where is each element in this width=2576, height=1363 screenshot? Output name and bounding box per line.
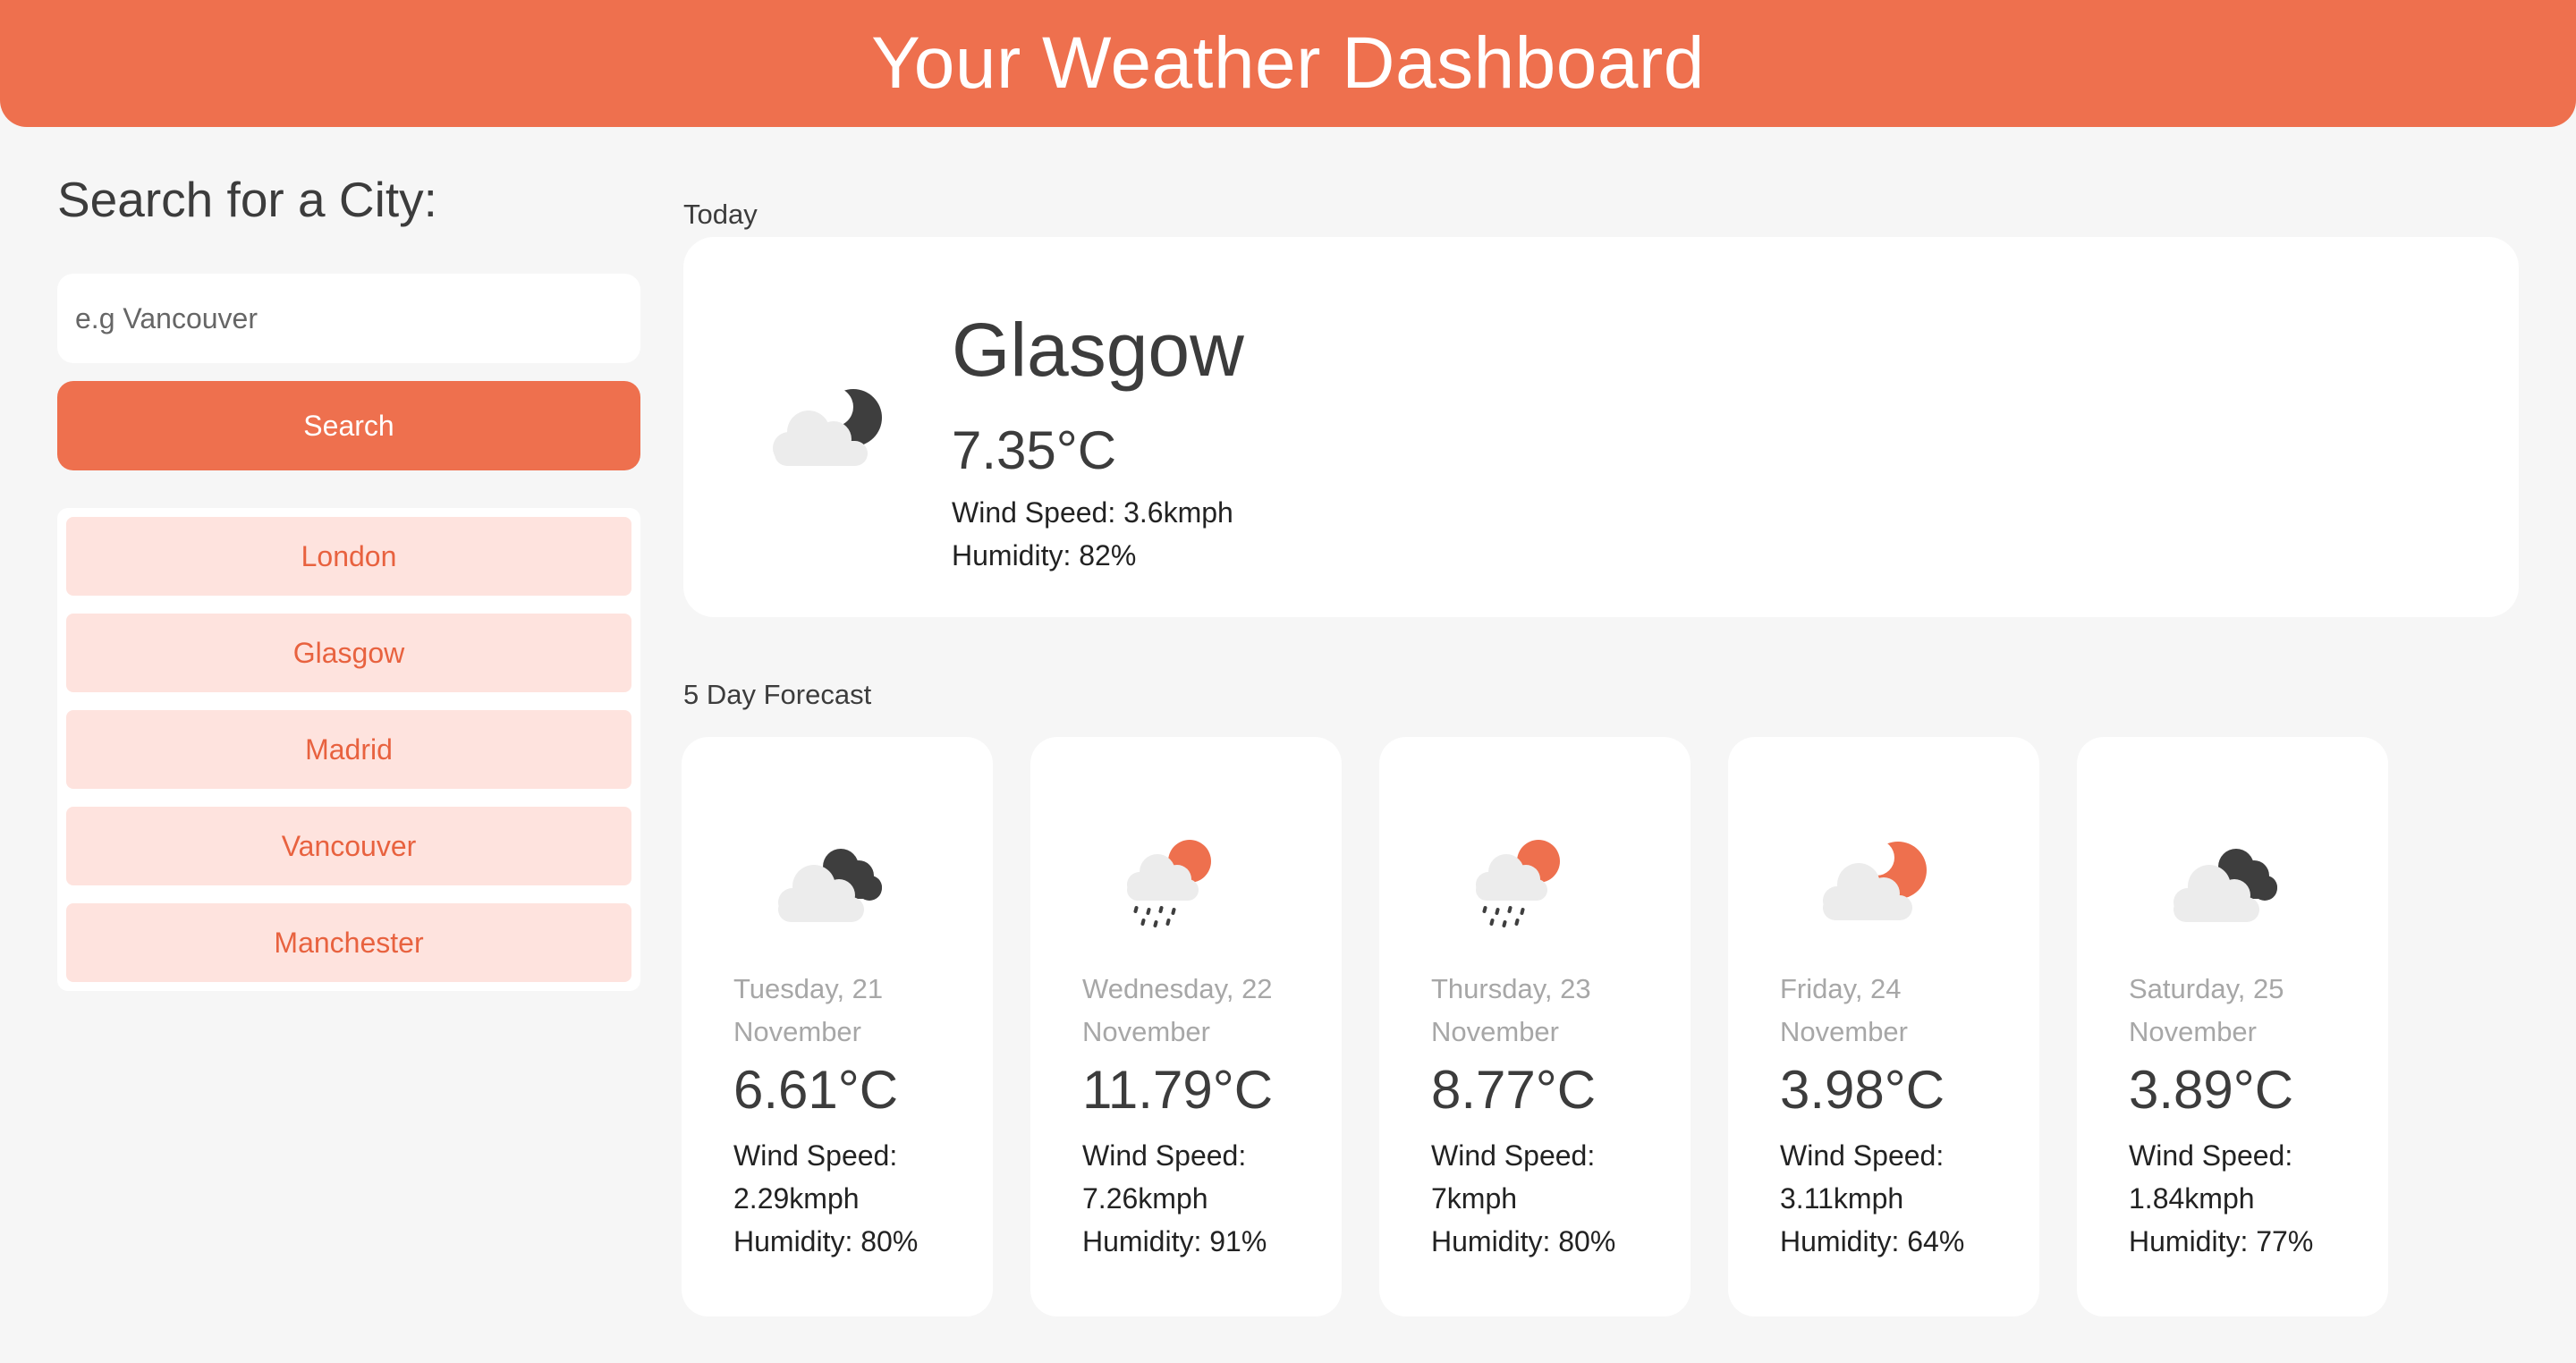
forecast-temperature: 6.61°C — [733, 1060, 899, 1120]
forecast-details: Wind Speed: 3.11kmph Humidity: 64% — [1780, 1134, 2021, 1263]
forecast-list: Tuesday, 21 November 6.61°C Wind Speed: … — [682, 737, 2388, 1316]
forecast-date: Friday, 24 November — [1780, 973, 1908, 1047]
history-item-london[interactable]: London — [66, 517, 631, 596]
forecast-card: Tuesday, 21 November 6.61°C Wind Speed: … — [682, 737, 993, 1316]
forecast-wind-label: Wind Speed: — [1082, 1139, 1247, 1172]
forecast-humidity: Humidity: 77% — [2129, 1225, 2314, 1257]
forecast-date: Thursday, 23 November — [1431, 973, 1591, 1047]
forecast-wind-value: 7kmph — [1431, 1182, 1518, 1215]
rain-sun-icon — [1127, 840, 1211, 927]
today-card: Glasgow 7.35°C Wind Speed: 3.6kmph Humid… — [683, 237, 2519, 617]
search-history-list: London Glasgow Madrid Vancouver Manchest… — [57, 508, 640, 991]
current-wind-speed: Wind Speed: 3.6kmph — [952, 496, 1233, 529]
forecast-details: Wind Speed: 1.84kmph Humidity: 77% — [2129, 1134, 2370, 1263]
today-section-label: Today — [683, 199, 758, 230]
forecast-date: Tuesday, 21 November — [733, 973, 884, 1047]
forecast-date: Wednesday, 22 November — [1082, 973, 1273, 1047]
history-item-glasgow[interactable]: Glasgow — [66, 614, 631, 692]
forecast-temperature: 8.77°C — [1431, 1060, 1597, 1120]
forecast-details: Wind Speed: 7.26kmph Humidity: 91% — [1082, 1134, 1324, 1263]
forecast-wind-label: Wind Speed: — [1431, 1139, 1596, 1172]
forecast-humidity: Humidity: 91% — [1082, 1225, 1267, 1257]
forecast-card: Friday, 24 November 3.98°C Wind Speed: 3… — [1728, 737, 2039, 1316]
forecast-humidity: Humidity: 64% — [1780, 1225, 1965, 1257]
sidebar: Search for a City: Search London Glasgow… — [57, 170, 640, 991]
current-humidity: Humidity: 82% — [952, 539, 1137, 571]
forecast-details: Wind Speed: 2.29kmph Humidity: 80% — [733, 1134, 975, 1263]
history-item-manchester[interactable]: Manchester — [66, 903, 631, 982]
rain-sun-icon — [1476, 840, 1560, 927]
partly-cloudy-icon — [1823, 840, 1927, 920]
forecast-humidity: Humidity: 80% — [1431, 1225, 1616, 1257]
forecast-humidity: Humidity: 80% — [733, 1225, 919, 1257]
current-city-name: Glasgow — [952, 308, 1244, 392]
forecast-card: Wednesday, 22 November 11.79°C Wind Spee… — [1030, 737, 1342, 1316]
broken-clouds-icon — [778, 849, 882, 922]
cloud-night-icon — [773, 387, 882, 466]
today-info: Glasgow 7.35°C Wind Speed: 3.6kmph Humid… — [952, 305, 1244, 577]
forecast-temperature: 11.79°C — [1082, 1060, 1274, 1120]
page-title: Your Weather Dashboard — [871, 22, 1705, 104]
forecast-wind-label: Wind Speed: — [733, 1139, 898, 1172]
forecast-card: Thursday, 23 November 8.77°C Wind Speed:… — [1379, 737, 1690, 1316]
broken-clouds-icon — [2174, 849, 2277, 922]
forecast-card: Saturday, 25 November 3.89°C Wind Speed:… — [2077, 737, 2388, 1316]
forecast-section-label: 5 Day Forecast — [683, 679, 872, 710]
search-heading: Search for a City: — [57, 172, 437, 227]
app-header: Your Weather Dashboard — [0, 0, 2576, 127]
forecast-wind-label: Wind Speed: — [2129, 1139, 2293, 1172]
forecast-wind-value: 7.26kmph — [1082, 1182, 1208, 1215]
forecast-date: Saturday, 25 November — [2129, 973, 2284, 1047]
search-button[interactable]: Search — [57, 381, 640, 470]
search-input[interactable] — [57, 274, 640, 363]
forecast-details: Wind Speed: 7kmph Humidity: 80% — [1431, 1134, 1673, 1263]
history-item-vancouver[interactable]: Vancouver — [66, 807, 631, 885]
forecast-wind-value: 1.84kmph — [2129, 1182, 2255, 1215]
history-item-madrid[interactable]: Madrid — [66, 710, 631, 789]
forecast-temperature: 3.89°C — [2129, 1060, 2294, 1120]
forecast-wind-label: Wind Speed: — [1780, 1139, 1945, 1172]
forecast-temperature: 3.98°C — [1780, 1060, 1945, 1120]
current-temperature: 7.35°C — [952, 420, 1117, 480]
forecast-wind-value: 2.29kmph — [733, 1182, 860, 1215]
forecast-wind-value: 3.11kmph — [1780, 1182, 1904, 1215]
